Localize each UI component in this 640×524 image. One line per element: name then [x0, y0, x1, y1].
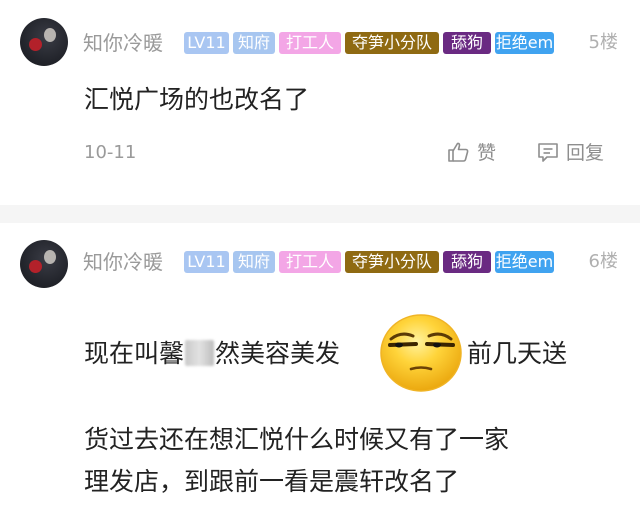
comment-text-line: 理发店，到跟前一看是震轩改名了: [84, 467, 460, 496]
floor-number: 5楼: [588, 32, 618, 53]
avatar[interactable]: [20, 240, 68, 288]
text-segment: 现在叫馨: [84, 339, 185, 368]
title-tag: 夺笋小分队: [345, 32, 439, 54]
comment-text-line: 货过去还在想汇悦什么时候又有了一家: [84, 425, 510, 454]
like-label: 赞: [477, 142, 497, 164]
title-tag: 拒绝em: [495, 251, 554, 273]
divider: [0, 205, 640, 223]
level-badge: LV11: [184, 32, 229, 54]
title-tag: 拒绝em: [495, 32, 554, 54]
avatar[interactable]: [20, 18, 68, 66]
username[interactable]: 知你冷暖: [83, 249, 163, 275]
comment-text: 汇悦广场的也改名了: [84, 85, 310, 114]
reply-button[interactable]: 回复: [536, 140, 604, 166]
thumbs-up-icon: [448, 142, 469, 162]
comment-text: 现在叫馨 然美容美发: [84, 338, 340, 370]
floor-number: 6楼: [588, 251, 618, 272]
title-tag: 打工人: [279, 32, 341, 54]
text-segment: 然美容美发: [215, 339, 341, 368]
title-tag: 夺笋小分队: [345, 251, 439, 273]
comment-item: 知你冷暖 LV11 知府 打工人 夺笋小分队 舔狗 拒绝em 5楼 汇悦广场的也…: [0, 0, 640, 205]
comment-date: 10-11: [84, 142, 137, 163]
level-badge: LV11: [184, 251, 229, 273]
title-tag: 打工人: [279, 251, 341, 273]
comment-text-segment: 前几天送: [467, 339, 568, 368]
reply-label: 回复: [566, 142, 605, 164]
title-tag: 舔狗: [443, 251, 491, 273]
title-tag: 舔狗: [443, 32, 491, 54]
comment-icon: [538, 143, 558, 162]
like-button[interactable]: 赞: [447, 140, 496, 166]
title-tag: 知府: [233, 251, 275, 273]
squint-face-emoji-icon: [380, 314, 462, 392]
blurred-text: [185, 340, 215, 366]
username[interactable]: 知你冷暖: [83, 30, 163, 56]
title-tag: 知府: [233, 32, 275, 54]
